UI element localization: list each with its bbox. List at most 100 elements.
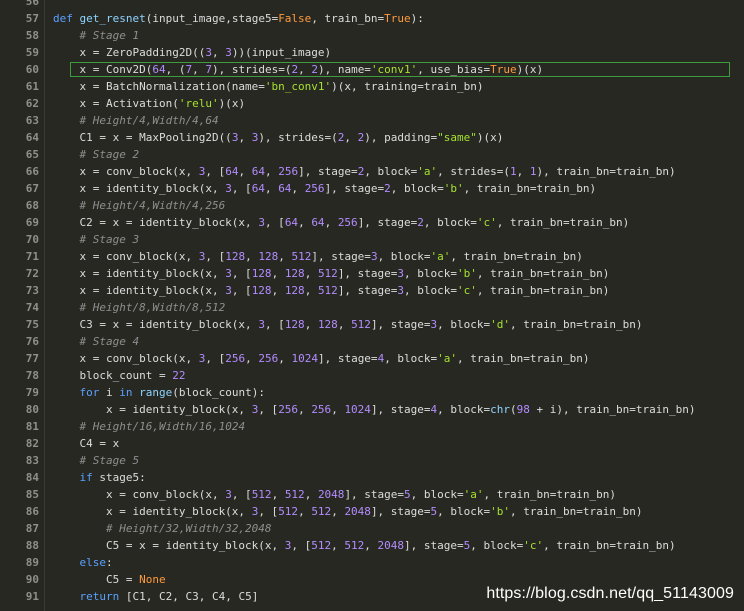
code-token: , train_bn=train_bn) (457, 352, 590, 365)
code-token: [C1, C2, C3, C4, C5] (119, 590, 259, 603)
line-number: 62 (25, 97, 39, 110)
code-line[interactable]: 83 # Stage 5 (0, 452, 744, 469)
code-area[interactable]: 56 57 def get_resnet(input_image,stage5=Fa… (0, 0, 744, 605)
code-text: # Stage 2 (53, 146, 140, 163)
code-token: True (384, 12, 411, 25)
code-line[interactable]: 61 x = BatchNormalization(name='bn_conv1… (0, 78, 744, 95)
code-token: 'b' (443, 182, 464, 195)
code-token: # Height/4,Width/4,64 (79, 114, 219, 127)
code-text: block_count = 22 (53, 367, 185, 384)
code-token: 64 (152, 63, 166, 76)
code-line[interactable]: 59 x = ZeroPadding2D((3, 3))(input_image… (0, 44, 744, 61)
code-line[interactable]: 56 (0, 0, 744, 10)
code-line[interactable]: 65 # Stage 2 (0, 146, 744, 163)
code-line[interactable]: 69 C2 = x = identity_block(x, 3, [64, 64… (0, 214, 744, 231)
code-token: # Height/16,Width/16,1024 (79, 420, 246, 433)
code-token: , [ (291, 539, 312, 552)
code-token: , block= (384, 352, 438, 365)
code-line[interactable]: 80 x = identity_block(x, 3, [256, 256, 1… (0, 401, 744, 418)
code-token: 512 (317, 267, 338, 280)
line-number: 57 (25, 12, 39, 25)
code-token: # Height/8,Width/8,512 (79, 301, 226, 314)
code-line[interactable]: 58 # Stage 1 (0, 27, 744, 44)
code-text: for i in range(block_count): (53, 384, 265, 401)
code-line[interactable]: 79 for i in range(block_count): (0, 384, 744, 401)
code-token: 256 (225, 352, 246, 365)
code-text: else: (53, 554, 113, 571)
code-token: x = BatchNormalization(name= (53, 80, 265, 93)
line-number: 85 (25, 488, 39, 501)
code-line[interactable]: 87 # Height/32,Width/32,2048 (0, 520, 744, 537)
code-line[interactable]: 67 x = identity_block(x, 3, [64, 64, 256… (0, 180, 744, 197)
line-number: 70 (25, 233, 39, 246)
code-line[interactable]: 89 else: (0, 554, 744, 571)
code-token: 2 (384, 182, 391, 195)
code-token: x = ZeroPadding2D(( (53, 46, 206, 59)
code-line[interactable]: 74 # Height/8,Width/8,512 (0, 299, 744, 316)
code-token: ), name= (317, 63, 371, 76)
code-line[interactable]: 73 x = identity_block(x, 3, [128, 128, 5… (0, 282, 744, 299)
code-token: 64 (251, 165, 265, 178)
code-token: , block= (404, 267, 458, 280)
code-token: 128 (284, 267, 305, 280)
code-line[interactable]: 84 if stage5: (0, 469, 744, 486)
code-text: # Height/8,Width/8,512 (53, 299, 226, 316)
code-text: x = BatchNormalization(name='bn_conv1')(… (53, 78, 483, 95)
watermark: https://blog.csdn.net/qq_51143009 (486, 585, 734, 602)
code-token: # Height/32,Width/32,2048 (105, 522, 272, 535)
code-line[interactable]: 71 x = conv_block(x, 3, [128, 128, 512],… (0, 248, 744, 265)
code-token: 2 (311, 63, 318, 76)
code-line[interactable]: 82 C4 = x (0, 435, 744, 452)
code-line[interactable]: 63 # Height/4,Width/4,64 (0, 112, 744, 129)
code-line[interactable]: 57 def get_resnet(input_image,stage5=Fals… (0, 10, 744, 27)
code-token: , (278, 352, 292, 365)
code-line[interactable]: 75 C3 = x = identity_block(x, 3, [128, 1… (0, 316, 744, 333)
code-line[interactable]: 60 x = Conv2D(64, (7, 7), strides=(2, 2)… (0, 61, 744, 78)
code-line[interactable]: 77 x = conv_block(x, 3, [256, 256, 1024]… (0, 350, 744, 367)
code-token: 64 (225, 165, 239, 178)
line-number: 56 (25, 0, 39, 8)
code-line[interactable]: 85 x = conv_block(x, 3, [512, 512, 2048]… (0, 486, 744, 503)
code-token: 3 (258, 216, 265, 229)
code-line[interactable]: 88 C5 = x = identity_block(x, 3, [512, 5… (0, 537, 744, 554)
code-line[interactable]: 62 x = Activation('relu')(x) (0, 95, 744, 112)
code-token: False (278, 12, 312, 25)
line-number: 80 (25, 403, 39, 416)
code-line[interactable]: 76 # Stage 4 (0, 333, 744, 350)
code-token: , (264, 165, 279, 178)
code-token: x = conv_block(x, (53, 488, 226, 501)
line-number: 67 (25, 182, 39, 195)
code-token: 64 (251, 182, 265, 195)
code-token: , (245, 250, 259, 263)
code-token: , train_bn=train_bn) (476, 267, 610, 280)
code-token: stage5: (92, 471, 146, 484)
code-line[interactable]: 66 x = conv_block(x, 3, [64, 64, 256], s… (0, 163, 744, 180)
line-number: 88 (25, 539, 39, 552)
code-line[interactable]: 86 x = identity_block(x, 3, [512, 512, 2… (0, 503, 744, 520)
code-token: 256 (311, 403, 332, 416)
code-token: , (238, 131, 252, 144)
code-token: , [ (264, 318, 285, 331)
code-line[interactable]: 70 # Stage 3 (0, 231, 744, 248)
code-line[interactable]: 78 block_count = 22 (0, 367, 744, 384)
code-token: ))(input_image) (231, 46, 332, 59)
code-editor[interactable]: 56 57 def get_resnet(input_image,stage5=Fa… (0, 0, 744, 611)
line-number: 90 (25, 573, 39, 586)
code-token: 7 (205, 63, 212, 76)
code-token: , train_bn=train_bn) (543, 539, 676, 552)
code-token: , block= (437, 318, 491, 331)
line-number: 84 (25, 471, 39, 484)
code-line[interactable]: 64 C1 = x = MaxPooling2D((3, 3), strides… (0, 129, 744, 146)
code-text: # Stage 5 (53, 452, 140, 469)
code-line[interactable]: 72 x = identity_block(x, 3, [128, 128, 5… (0, 265, 744, 282)
code-line[interactable]: 68 # Height/4,Width/4,256 (0, 197, 744, 214)
code-token: , (304, 284, 318, 297)
code-token: 22 (172, 369, 186, 382)
code-token: , (238, 165, 252, 178)
code-token: # Stage 2 (79, 148, 140, 161)
code-line[interactable]: 81 # Height/16,Width/16,1024 (0, 418, 744, 435)
